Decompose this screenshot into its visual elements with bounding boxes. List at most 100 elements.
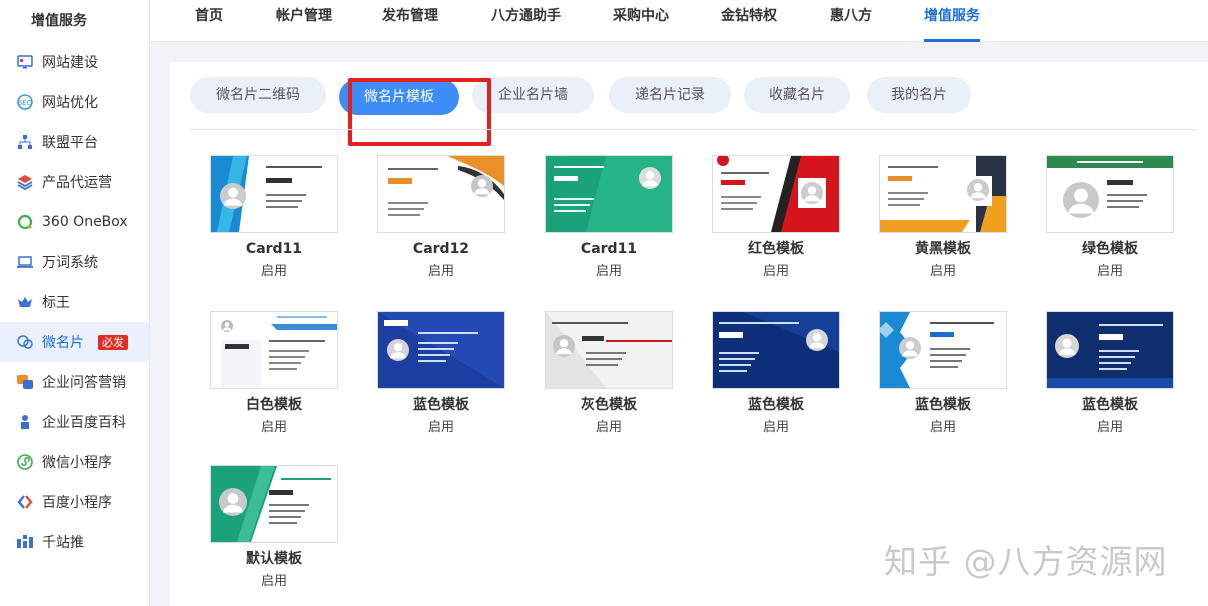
chat-icon — [16, 333, 34, 351]
sidebar-item-3[interactable]: 产品代运营 — [0, 162, 149, 202]
sidebar-item-11[interactable]: 百度小程序 — [0, 482, 149, 522]
template-card[interactable]: 蓝色模板 启用 — [879, 311, 1007, 451]
new-badge: 必发 — [98, 334, 128, 350]
sidebar-item-12[interactable]: 千站推 — [0, 522, 149, 562]
nav-item-7[interactable]: 增值服务 — [924, 0, 980, 42]
template-enable-link[interactable]: 启用 — [712, 419, 840, 437]
template-thumbnail[interactable] — [377, 311, 505, 389]
watermark: 知乎 @八方资源网 — [884, 542, 1168, 581]
template-thumbnail[interactable] — [879, 311, 1007, 389]
template-card[interactable]: 绿色模板 启用 — [1046, 155, 1174, 295]
template-thumbnail[interactable] — [210, 465, 338, 543]
tab-3[interactable]: 递名片记录 — [609, 77, 731, 113]
template-enable-link[interactable]: 启用 — [879, 419, 1007, 437]
sidebar-list: 网站建设 SEO 网站优化联盟平台产品代运营 360 OneBox 万词系统标王微名片必… — [0, 42, 149, 562]
template-card[interactable]: 灰色模板 启用 — [545, 311, 673, 451]
template-card[interactable]: Card11 启用 — [210, 155, 338, 295]
wechat-mini-icon — [16, 453, 34, 471]
sidebar-item-7[interactable]: 微名片 必发 — [0, 322, 149, 362]
sidebar-item-10[interactable]: 微信小程序 — [0, 442, 149, 482]
nav-item-0[interactable]: 首页 — [195, 0, 223, 42]
template-card[interactable]: 红色模板 启用 — [712, 155, 840, 295]
nav-item-6[interactable]: 惠八方 — [830, 0, 872, 42]
template-enable-link[interactable]: 启用 — [1046, 263, 1174, 281]
template-name: 蓝色模板 — [748, 397, 804, 413]
sidebar-item-label: 联盟平台 — [42, 135, 98, 151]
template-thumbnail[interactable] — [210, 311, 338, 389]
sidebar-item-label: 360 OneBox — [42, 214, 128, 230]
template-card[interactable]: Card11 启用 — [545, 155, 673, 295]
sidebar-item-1[interactable]: SEO 网站优化 — [0, 82, 149, 122]
template-name: 蓝色模板 — [413, 397, 469, 413]
sidebar-item-4[interactable]: 360 OneBox — [0, 202, 149, 242]
tab-0[interactable]: 微名片二维码 — [190, 77, 326, 113]
template-name: 蓝色模板 — [915, 397, 971, 413]
template-card[interactable]: Card12 启用 — [377, 155, 505, 295]
template-enable-link[interactable]: 启用 — [1046, 419, 1174, 437]
nav-item-1[interactable]: 帐户管理 — [276, 0, 332, 42]
template-name: 灰色模板 — [581, 397, 637, 413]
sidebar-item-label: 网站优化 — [42, 95, 98, 111]
template-thumbnail[interactable] — [377, 155, 505, 233]
sidebar-item-2[interactable]: 联盟平台 — [0, 122, 149, 162]
tab-2[interactable]: 企业名片墙 — [472, 77, 594, 113]
template-enable-link[interactable]: 启用 — [210, 263, 338, 281]
seo-icon: SEO — [16, 93, 34, 111]
sidebar-item-9[interactable]: 企业百度百科 — [0, 402, 149, 442]
nav-item-2[interactable]: 发布管理 — [382, 0, 438, 42]
sidebar-item-label: 标王 — [42, 295, 70, 311]
sidebar-item-label: 百度小程序 — [42, 495, 112, 511]
tab-1[interactable]: 微名片模板 — [339, 79, 459, 115]
template-card[interactable]: 蓝色模板 启用 — [1046, 311, 1174, 451]
template-thumbnail[interactable] — [545, 155, 673, 233]
template-card[interactable]: 黄黑模板 启用 — [879, 155, 1007, 295]
template-thumbnail[interactable] — [1046, 155, 1174, 233]
sidebar-item-8[interactable]: 企业问答营销 — [0, 362, 149, 402]
nav-item-5[interactable]: 金钻特权 — [721, 0, 777, 42]
divider — [190, 129, 1198, 130]
template-thumbnail[interactable] — [712, 155, 840, 233]
template-name: Card11 — [245, 241, 303, 257]
sidebar: 增值服务 网站建设 SEO 网站优化联盟平台产品代运营 360 OneBox 万词系统标… — [0, 0, 150, 606]
template-name: 黄黑模板 — [915, 241, 971, 257]
template-card[interactable]: 默认模板 启用 — [210, 465, 338, 605]
template-thumbnail[interactable] — [879, 155, 1007, 233]
template-name: 红色模板 — [748, 241, 804, 257]
template-enable-link[interactable]: 启用 — [545, 419, 673, 437]
laptop-icon — [16, 253, 34, 271]
crown-icon — [16, 293, 34, 311]
template-enable-link[interactable]: 启用 — [377, 419, 505, 437]
sidebar-item-label: 微名片 — [42, 335, 84, 351]
top-nav: 首页 帐户管理 发布管理 八方通助手 采购中心 金钻特权 惠八方 增值服务 — [150, 0, 1208, 42]
nav-item-3[interactable]: 八方通助手 — [491, 0, 561, 42]
sidebar-item-6[interactable]: 标王 — [0, 282, 149, 322]
template-enable-link[interactable]: 启用 — [545, 263, 673, 281]
grid-icon — [16, 533, 34, 551]
template-enable-link[interactable]: 启用 — [210, 419, 338, 437]
sidebar-item-0[interactable]: 网站建设 — [0, 42, 149, 82]
tab-5[interactable]: 我的名片 — [867, 77, 971, 113]
template-card[interactable]: 蓝色模板 启用 — [377, 311, 505, 451]
sidebar-item-label: 万词系统 — [42, 255, 98, 271]
main-panel: 我的名片 收藏名片 递名片记录 企业名片墙 微名片模板 微名片二维码 Card11 启用 Ca… — [170, 62, 1208, 606]
template-enable-link[interactable]: 启用 — [210, 573, 338, 591]
sidebar-title: 增值服务 — [31, 13, 87, 29]
sidebar-item-5[interactable]: 万词系统 — [0, 242, 149, 282]
template-thumbnail[interactable] — [1046, 311, 1174, 389]
template-name: Card12 — [412, 241, 470, 257]
template-enable-link[interactable]: 启用 — [712, 263, 840, 281]
template-thumbnail[interactable] — [545, 311, 673, 389]
sidebar-item-label: 产品代运营 — [42, 175, 112, 191]
template-enable-link[interactable]: 启用 — [879, 263, 1007, 281]
template-name: 蓝色模板 — [1082, 397, 1138, 413]
nav-item-4[interactable]: 采购中心 — [613, 0, 669, 42]
template-card[interactable]: 白色模板 启用 — [210, 311, 338, 451]
template-thumbnail[interactable] — [712, 311, 840, 389]
template-card[interactable]: 蓝色模板 启用 — [712, 311, 840, 451]
template-thumbnail[interactable] — [210, 155, 338, 233]
sidebar-item-label: 网站建设 — [42, 55, 98, 71]
tab-4[interactable]: 收藏名片 — [744, 77, 850, 113]
sidebar-item-label: 千站推 — [42, 535, 84, 551]
template-enable-link[interactable]: 启用 — [377, 263, 505, 281]
template-name: 白色模板 — [246, 397, 302, 413]
